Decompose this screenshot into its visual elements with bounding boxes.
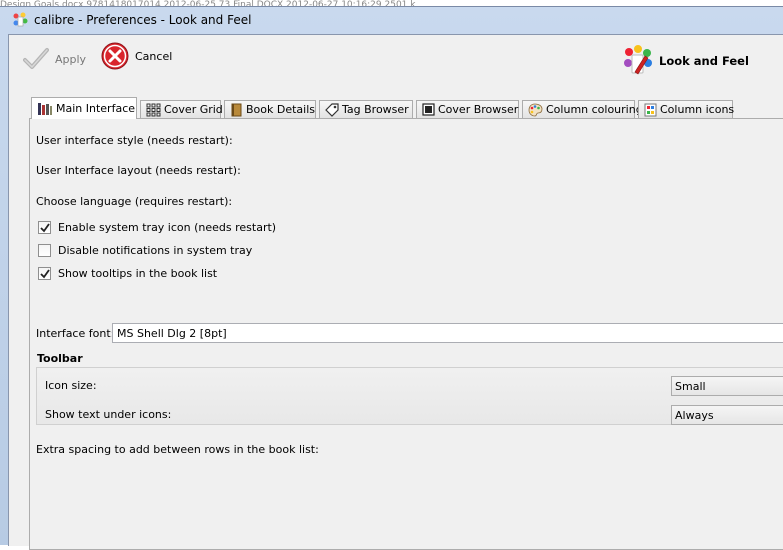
interface-font-label: Interface font: [36,327,115,340]
tab-book-details[interactable]: Book Details [224,100,316,118]
icon-size-select[interactable]: Small [671,376,783,396]
tab-label: Column icons [660,103,735,116]
checkbox-label: Disable notifications in system tray [58,244,253,257]
tab-column-colouring[interactable]: Column colouring [522,100,643,118]
ui-style-label: User interface style (needs restart): [36,134,233,147]
icon-size-label: Icon size: [45,379,97,392]
main-interface-pane: User interface style (needs restart): Us… [29,118,783,550]
palette-icon [528,103,543,116]
interface-font-field[interactable]: MS Shell Dlg 2 [8pt] [112,323,783,343]
cancel-icon [101,42,129,70]
check-mark-icon [39,268,50,278]
tab-main-interface[interactable]: Main Interface [31,97,137,119]
preferences-client: Apply Cancel Look and Feel Main Interfac… [8,34,783,550]
tab-cover-browser[interactable]: Cover Browser [416,100,519,118]
book-icon [231,103,242,116]
toolbar-group-title: Toolbar [37,352,83,365]
apply-button[interactable]: Apply [23,47,86,71]
title-bar[interactable]: calibre - Preferences - Look and Feel [0,7,783,33]
preferences-window: calibre - Preferences - Look and Feel Ap… [0,6,783,550]
show-tooltips-checkbox[interactable]: Show tooltips in the book list [38,267,217,280]
checkbox-box[interactable] [38,244,51,257]
checkbox-box[interactable] [38,221,51,234]
cancel-label: Cancel [135,49,173,63]
tab-label: Cover Grid [164,103,223,116]
toolbar-group: Icon size: Small Show text under icons: … [36,367,783,425]
tab-label: Book Details [246,103,316,116]
show-text-select[interactable]: Always [671,405,783,425]
tab-label: Tag Browser [342,103,409,116]
checkmark-icon [23,48,49,69]
tab-label: Main Interface [56,102,136,115]
checkbox-label: Enable system tray icon (needs restart) [58,221,277,234]
cancel-button[interactable]: Cancel [101,42,172,70]
grid-icon [146,103,161,116]
tab-label: Column colouring [546,103,643,116]
window-title: calibre - Preferences - Look and Feel [34,13,252,27]
extra-spacing-label: Extra spacing to add between rows in the… [36,443,319,456]
tab-column-icons[interactable]: Column icons [638,100,735,118]
page-title: Look and Feel [659,54,749,68]
system-tray-checkbox[interactable]: Enable system tray icon (needs restart) [38,221,276,234]
show-text-label: Show text under icons: [45,408,172,421]
books-icon [38,102,52,115]
tab-tag-browser[interactable]: Tag Browser [319,100,413,118]
tag-icon [325,102,339,117]
check-mark-icon [39,222,50,232]
column-icons-icon [644,103,657,116]
language-label: Choose language (requires restart): [36,195,233,208]
look-and-feel-icon [624,45,652,75]
tab-cover-grid[interactable]: Cover Grid [140,100,223,118]
apply-label: Apply [55,52,87,66]
calibre-logo-icon [13,12,28,27]
cover-browser-icon [422,103,435,116]
tab-label: Cover Browser [438,103,519,116]
disable-notifications-checkbox[interactable]: Disable notifications in system tray [38,244,252,257]
checkbox-label: Show tooltips in the book list [58,267,218,280]
page-header: Look and Feel [621,44,749,78]
checkbox-box[interactable] [38,267,51,280]
ui-layout-label: User Interface layout (needs restart): [36,164,241,177]
